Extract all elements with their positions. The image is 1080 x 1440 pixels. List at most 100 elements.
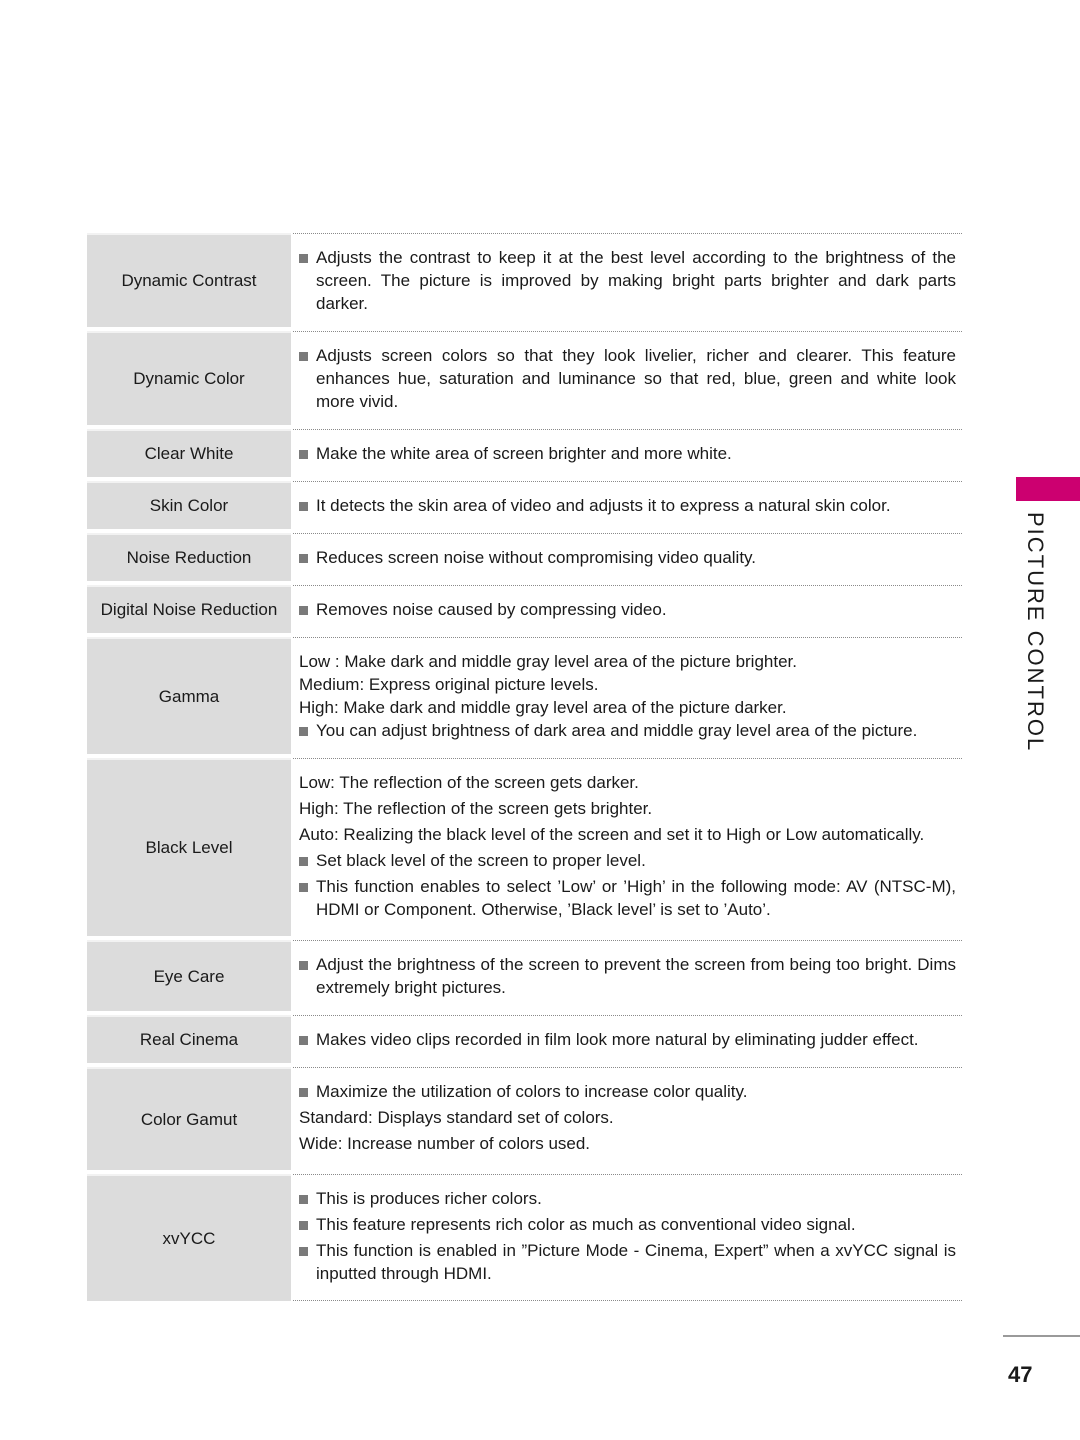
feature-name: Color Gamut xyxy=(87,1067,291,1170)
description-line: It detects the skin area of video and ad… xyxy=(299,494,956,517)
square-bullet-icon xyxy=(299,450,308,459)
square-bullet-icon xyxy=(299,1247,308,1256)
feature-name: Eye Care xyxy=(87,940,291,1011)
square-bullet-icon xyxy=(299,1195,308,1204)
description-line: Standard: Displays standard set of color… xyxy=(299,1106,956,1129)
description-text: This function enables to select ’Low’ or… xyxy=(316,877,956,919)
feature-name: Noise Reduction xyxy=(87,533,291,581)
description-line: Wide: Increase number of colors used. xyxy=(299,1132,956,1155)
table-row: Dynamic Color Adjusts screen colors so th… xyxy=(87,331,962,425)
feature-description: Adjusts the contrast to keep it at the b… xyxy=(293,233,962,327)
feature-name: Gamma xyxy=(87,637,291,754)
description-line: High: Make dark and middle gray level ar… xyxy=(299,696,956,719)
square-bullet-icon xyxy=(299,352,308,361)
feature-description: Makes video clips recorded in film look … xyxy=(293,1015,962,1063)
feature-name: Dynamic Contrast xyxy=(87,233,291,327)
table-row: Color Gamut Maximize the utilization of c… xyxy=(87,1067,962,1170)
description-line: This function enables to select ’Low’ or… xyxy=(299,875,956,921)
section-title: PICTURE CONTROL xyxy=(1023,512,1048,753)
table-row: Digital Noise Reduction Removes noise cau… xyxy=(87,585,962,633)
square-bullet-icon xyxy=(299,606,308,615)
description-line: High: The reflection of the screen gets … xyxy=(299,797,956,820)
feature-description: Maximize the utilization of colors to in… xyxy=(293,1067,962,1170)
description-text: Auto: Realizing the black level of the s… xyxy=(299,825,925,844)
description-line: Auto: Realizing the black level of the s… xyxy=(299,823,956,846)
feature-description: Adjusts screen colors so that they look … xyxy=(293,331,962,425)
description-text: It detects the skin area of video and ad… xyxy=(316,496,891,515)
feature-name: Skin Color xyxy=(87,481,291,529)
square-bullet-icon xyxy=(299,1088,308,1097)
square-bullet-icon xyxy=(299,254,308,263)
description-line: Set black level of the screen to proper … xyxy=(299,849,956,872)
description-line: This function is enabled in ”Picture Mod… xyxy=(299,1239,956,1285)
feature-table: Dynamic Contrast Adjusts the contrast to … xyxy=(87,233,962,1305)
table-row: Gamma Low : Make dark and middle gray lev… xyxy=(87,637,962,754)
square-bullet-icon xyxy=(299,554,308,563)
description-text: Standard: Displays standard set of color… xyxy=(299,1108,614,1127)
description-text: Removes noise caused by compressing vide… xyxy=(316,600,667,619)
description-text: Low: The reflection of the screen gets d… xyxy=(299,773,639,792)
description-line: Adjusts screen colors so that they look … xyxy=(299,344,956,413)
description-line: Adjust the brightness of the screen to p… xyxy=(299,953,956,999)
square-bullet-icon xyxy=(299,883,308,892)
feature-name: Clear White xyxy=(87,429,291,477)
description-text: This feature represents rich color as mu… xyxy=(316,1215,856,1234)
description-text: Adjusts screen colors so that they look … xyxy=(316,346,956,411)
square-bullet-icon xyxy=(299,1221,308,1230)
description-line: Make the white area of screen brighter a… xyxy=(299,442,956,465)
square-bullet-icon xyxy=(299,1036,308,1045)
feature-description: Removes noise caused by compressing vide… xyxy=(293,585,962,633)
description-text: Medium: Express original picture levels. xyxy=(299,675,599,694)
description-line: Adjusts the contrast to keep it at the b… xyxy=(299,246,956,315)
description-text: Set black level of the screen to proper … xyxy=(316,851,646,870)
page-number: 47 xyxy=(1008,1362,1033,1387)
description-text: Maximize the utilization of colors to in… xyxy=(316,1082,748,1101)
table-row: xvYCC This is produces richer colors. This… xyxy=(87,1174,962,1301)
feature-name: Digital Noise Reduction xyxy=(87,585,291,633)
description-line: This is produces richer colors. xyxy=(299,1187,956,1210)
table-row: Noise Reduction Reduces screen noise with… xyxy=(87,533,962,581)
table-row: Dynamic Contrast Adjusts the contrast to … xyxy=(87,233,962,327)
feature-description: It detects the skin area of video and ad… xyxy=(293,481,962,529)
table-row: Black Level Low: The reflection of the sc… xyxy=(87,758,962,936)
feature-name: Black Level xyxy=(87,758,291,936)
feature-name: Real Cinema xyxy=(87,1015,291,1063)
description-text: High: Make dark and middle gray level ar… xyxy=(299,698,787,717)
description-line: Low: The reflection of the screen gets d… xyxy=(299,771,956,794)
square-bullet-icon xyxy=(299,727,308,736)
description-text: Wide: Increase number of colors used. xyxy=(299,1134,591,1153)
table-row: Clear White Make the white area of screen… xyxy=(87,429,962,477)
description-line: Low : Make dark and middle gray level ar… xyxy=(299,650,956,673)
description-text: Low : Make dark and middle gray level ar… xyxy=(299,652,797,671)
description-line: Reduces screen noise without compromisin… xyxy=(299,546,956,569)
feature-description: Adjust the brightness of the screen to p… xyxy=(293,940,962,1011)
feature-description: Low : Make dark and middle gray level ar… xyxy=(293,637,962,754)
feature-name: Dynamic Color xyxy=(87,331,291,425)
table-row: Real Cinema Makes video clips recorded in… xyxy=(87,1015,962,1063)
description-text: High: The reflection of the screen gets … xyxy=(299,799,653,818)
description-text: Makes video clips recorded in film look … xyxy=(316,1030,919,1049)
feature-description: Reduces screen noise without compromisin… xyxy=(293,533,962,581)
description-line: You can adjust brightness of dark area a… xyxy=(299,719,956,742)
page-number-divider xyxy=(1003,1335,1080,1337)
description-line: Makes video clips recorded in film look … xyxy=(299,1028,956,1051)
description-line: This feature represents rich color as mu… xyxy=(299,1213,956,1236)
feature-name: xvYCC xyxy=(87,1174,291,1301)
description-text: Adjusts the contrast to keep it at the b… xyxy=(316,248,956,313)
description-text: Adjust the brightness of the screen to p… xyxy=(316,955,956,997)
description-line: Medium: Express original picture levels. xyxy=(299,673,956,696)
square-bullet-icon xyxy=(299,857,308,866)
square-bullet-icon xyxy=(299,502,308,511)
description-text: This function is enabled in ”Picture Mod… xyxy=(316,1241,956,1283)
section-tab-marker xyxy=(1016,477,1080,501)
feature-description: This is produces richer colors. This feat… xyxy=(293,1174,962,1301)
description-text: Reduces screen noise without compromisin… xyxy=(316,548,757,567)
table-row: Skin Color It detects the skin area of vi… xyxy=(87,481,962,529)
description-line: Removes noise caused by compressing vide… xyxy=(299,598,956,621)
description-text: Make the white area of screen brighter a… xyxy=(316,444,732,463)
description-line: Maximize the utilization of colors to in… xyxy=(299,1080,956,1103)
description-text: This is produces richer colors. xyxy=(316,1189,542,1208)
square-bullet-icon xyxy=(299,961,308,970)
table-row: Eye Care Adjust the brightness of the scr… xyxy=(87,940,962,1011)
feature-description: Low: The reflection of the screen gets d… xyxy=(293,758,962,936)
